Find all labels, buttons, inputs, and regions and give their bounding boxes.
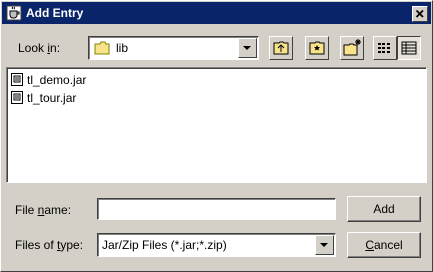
file-name: tl_demo.jar — [27, 73, 87, 87]
folder-icon — [94, 41, 110, 55]
window-title: Add Entry — [26, 6, 84, 20]
files-of-type-value: Jar/Zip Files (*.jar;*.zip) — [102, 238, 227, 252]
add-button[interactable]: Add — [347, 196, 421, 222]
close-icon — [415, 9, 424, 18]
java-cup-icon — [6, 5, 22, 21]
details-view-button[interactable] — [397, 36, 421, 60]
new-folder-button[interactable] — [340, 36, 364, 60]
look-in-label: Look in: — [18, 41, 61, 55]
look-in-dropdown-arrow[interactable] — [238, 38, 257, 58]
file-name-input[interactable] — [97, 198, 336, 220]
cancel-button[interactable]: Cancel — [347, 232, 421, 258]
title-bar[interactable]: Add Entry — [2, 2, 431, 24]
files-of-type-combo[interactable]: Jar/Zip Files (*.jar;*.zip) — [97, 233, 336, 257]
look-in-value: lib — [116, 41, 129, 55]
home-button[interactable] — [305, 36, 329, 60]
new-folder-icon — [343, 39, 361, 56]
close-button[interactable] — [412, 6, 428, 22]
list-view-icon — [378, 43, 390, 53]
files-of-type-label: Files of type: — [15, 238, 84, 252]
file-name-label: File name: — [15, 203, 72, 217]
list-view-button[interactable] — [373, 36, 397, 60]
details-view-icon — [401, 41, 417, 55]
add-entry-dialog: Add Entry Look in: lib tl_demo.jar tl_to… — [0, 0, 433, 272]
file-name: tl_tour.jar — [27, 91, 77, 105]
up-one-level-icon — [273, 41, 289, 55]
home-icon — [309, 41, 325, 55]
up-one-level-button[interactable] — [269, 36, 293, 60]
jar-file-icon — [11, 73, 23, 86]
file-list[interactable]: tl_demo.jar tl_tour.jar — [6, 67, 427, 183]
files-of-type-dropdown-arrow[interactable] — [315, 235, 334, 255]
look-in-combo[interactable]: lib — [88, 36, 259, 60]
jar-file-icon — [11, 91, 23, 104]
